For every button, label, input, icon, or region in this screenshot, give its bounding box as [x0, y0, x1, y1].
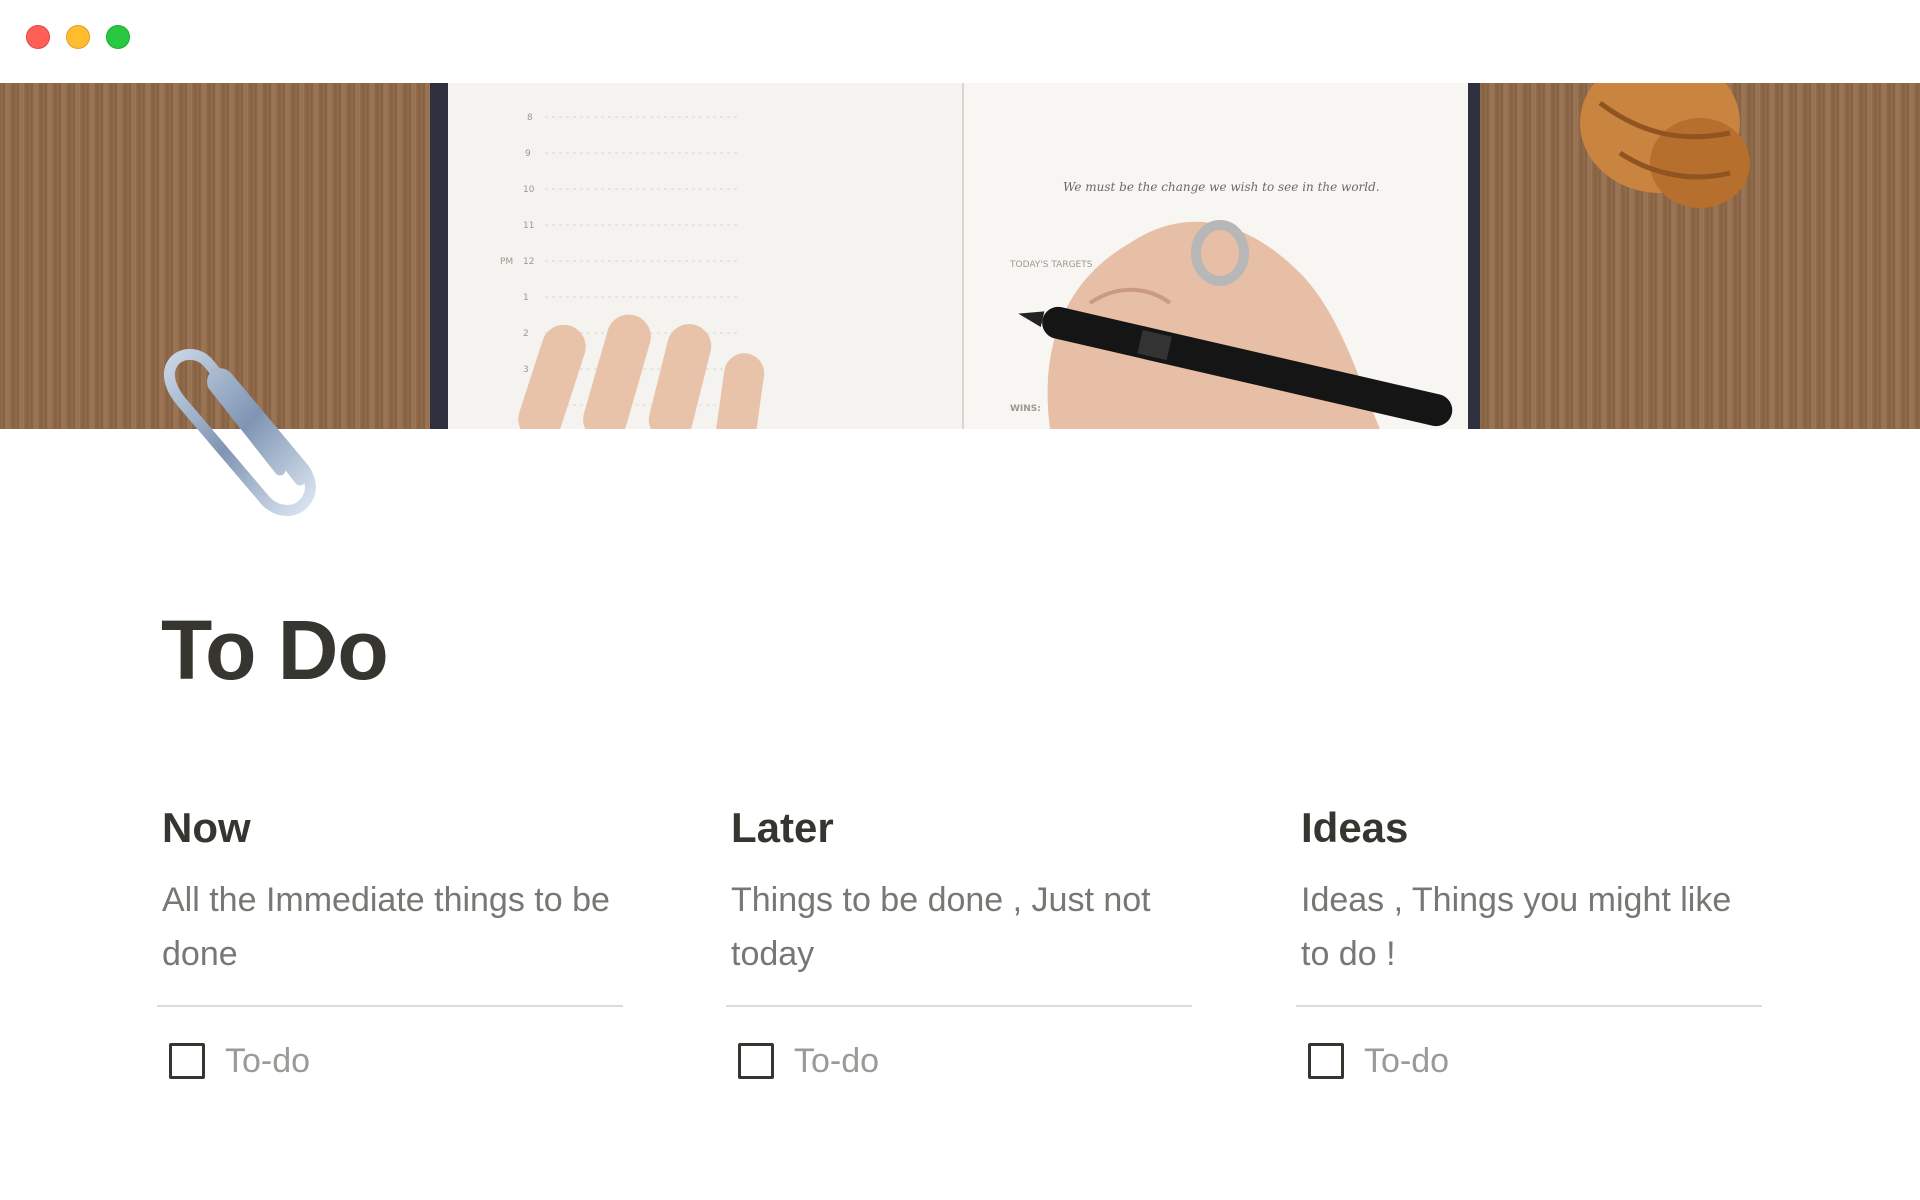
column-description[interactable]: All the Immediate things to be done	[157, 873, 617, 981]
svg-text:WINS:: WINS:	[1010, 404, 1041, 414]
svg-text:1: 1	[523, 293, 529, 303]
svg-text:12: 12	[523, 257, 534, 267]
todo-placeholder[interactable]: To-do	[794, 1037, 879, 1085]
close-window-button[interactable]	[26, 25, 50, 49]
column-heading[interactable]: Later	[726, 795, 1192, 861]
svg-text:3: 3	[523, 365, 529, 375]
todo-item[interactable]: To-do	[157, 1037, 623, 1085]
checkbox[interactable]	[1308, 1043, 1344, 1079]
svg-text:TODAY'S TARGETS: TODAY'S TARGETS	[1009, 260, 1093, 270]
title-bar	[0, 0, 1920, 83]
divider	[1296, 1005, 1762, 1007]
paperclip-icon[interactable]	[150, 330, 350, 530]
todo-item[interactable]: To-do	[1296, 1037, 1762, 1085]
divider	[726, 1005, 1192, 1007]
column-later: Later Things to be done , Just not today…	[726, 795, 1192, 1085]
todo-placeholder[interactable]: To-do	[1364, 1037, 1449, 1085]
svg-text:10: 10	[523, 185, 535, 195]
column-description[interactable]: Things to be done , Just not today	[726, 873, 1186, 981]
svg-text:PM: PM	[500, 257, 513, 267]
todo-placeholder[interactable]: To-do	[225, 1037, 310, 1085]
checkbox[interactable]	[169, 1043, 205, 1079]
todo-item[interactable]: To-do	[726, 1037, 1192, 1085]
svg-text:11: 11	[523, 221, 534, 231]
svg-text:8: 8	[527, 113, 533, 123]
column-heading[interactable]: Ideas	[1296, 795, 1762, 861]
page-title[interactable]: To Do	[161, 600, 389, 700]
svg-text:9: 9	[525, 149, 531, 159]
column-now: Now All the Immediate things to be done …	[157, 795, 623, 1085]
maximize-window-button[interactable]	[106, 25, 130, 49]
column-ideas: Ideas Ideas , Things you might like to d…	[1296, 795, 1762, 1085]
minimize-window-button[interactable]	[66, 25, 90, 49]
checkbox[interactable]	[738, 1043, 774, 1079]
column-heading[interactable]: Now	[157, 795, 623, 861]
cover-quote: We must be the change we wish to see in …	[1063, 180, 1380, 194]
svg-text:2: 2	[523, 329, 529, 339]
column-description[interactable]: Ideas , Things you might like to do !	[1296, 873, 1756, 981]
divider	[157, 1005, 623, 1007]
app-window: 89 1011 PM12 12 34 TODAY'S TARGETS WINS:…	[0, 0, 1920, 1200]
